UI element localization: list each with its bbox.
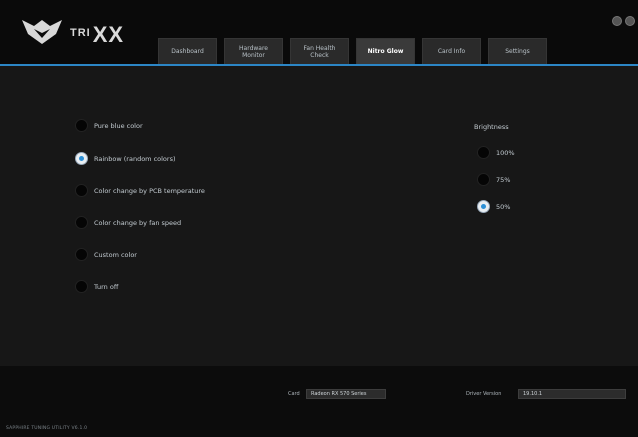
color-option-label: Turn off (94, 282, 119, 291)
color-option-label: Rainbow (random colors) (94, 154, 176, 163)
trixx-logo: TRIXX (20, 16, 140, 54)
brightness-title: Brightness (474, 123, 509, 131)
brightness-option-100[interactable]: 100% (477, 146, 515, 159)
radio-button[interactable] (477, 146, 490, 159)
tab-nitro-glow[interactable]: Nitro Glow (356, 38, 415, 64)
color-option-label: Custom color (94, 250, 137, 259)
color-option-label: Color change by fan speed (94, 218, 182, 227)
driver-version-label: Driver Version (466, 391, 502, 397)
color-option-pure-blue[interactable]: Pure blue color (75, 119, 143, 132)
radio-button[interactable] (75, 280, 88, 293)
radio-button[interactable] (75, 119, 88, 132)
driver-version-field: 19.10.1 (518, 389, 626, 399)
color-option-turn-off[interactable]: Turn off (75, 280, 118, 293)
color-option-label: Pure blue color (94, 121, 143, 130)
radio-button[interactable] (75, 248, 88, 261)
color-option-custom[interactable]: Custom color (75, 248, 137, 261)
radio-button[interactable] (477, 173, 490, 186)
minimize-icon[interactable] (612, 16, 622, 26)
brand-name: TRIXX (70, 22, 125, 47)
nitro-glow-panel: Pure blue color Rainbow (random colors) … (0, 66, 638, 366)
radio-button[interactable] (75, 184, 88, 197)
color-option-label: Color change by PCB temperature (94, 186, 205, 195)
tab-settings[interactable]: Settings (488, 38, 547, 64)
tab-hardware-monitor[interactable]: Hardware Monitor (224, 38, 283, 64)
card-field: Radeon RX 570 Series (306, 389, 386, 399)
footer: Card Radeon RX 570 Series Driver Version… (0, 366, 638, 437)
tab-dashboard[interactable]: Dashboard (158, 38, 217, 64)
color-option-fan-speed[interactable]: Color change by fan speed (75, 216, 181, 229)
radio-button-selected[interactable] (477, 200, 490, 213)
brightness-option-label: 100% (496, 148, 515, 157)
color-option-pcb-temperature[interactable]: Color change by PCB temperature (75, 184, 205, 197)
brightness-option-label: 75% (496, 175, 511, 184)
app-version-text: SAPPHIRE TUNING UTILITY V6.1.0 (6, 426, 88, 431)
close-icon[interactable] (625, 16, 635, 26)
card-label: Card (288, 391, 300, 397)
radio-button-selected[interactable] (75, 152, 88, 165)
brightness-option-50[interactable]: 50% (477, 200, 510, 213)
brightness-option-75[interactable]: 75% (477, 173, 510, 186)
sapphire-emblem-icon (22, 20, 62, 44)
header: TRIXX Dashboard Hardware Monitor Fan Hea… (0, 0, 638, 66)
app-window: TRIXX Dashboard Hardware Monitor Fan Hea… (0, 0, 638, 437)
tab-card-info[interactable]: Card Info (422, 38, 481, 64)
radio-button[interactable] (75, 216, 88, 229)
tab-fan-health-check[interactable]: Fan Health Check (290, 38, 349, 64)
brightness-option-label: 50% (496, 202, 511, 211)
color-option-rainbow[interactable]: Rainbow (random colors) (75, 152, 176, 165)
